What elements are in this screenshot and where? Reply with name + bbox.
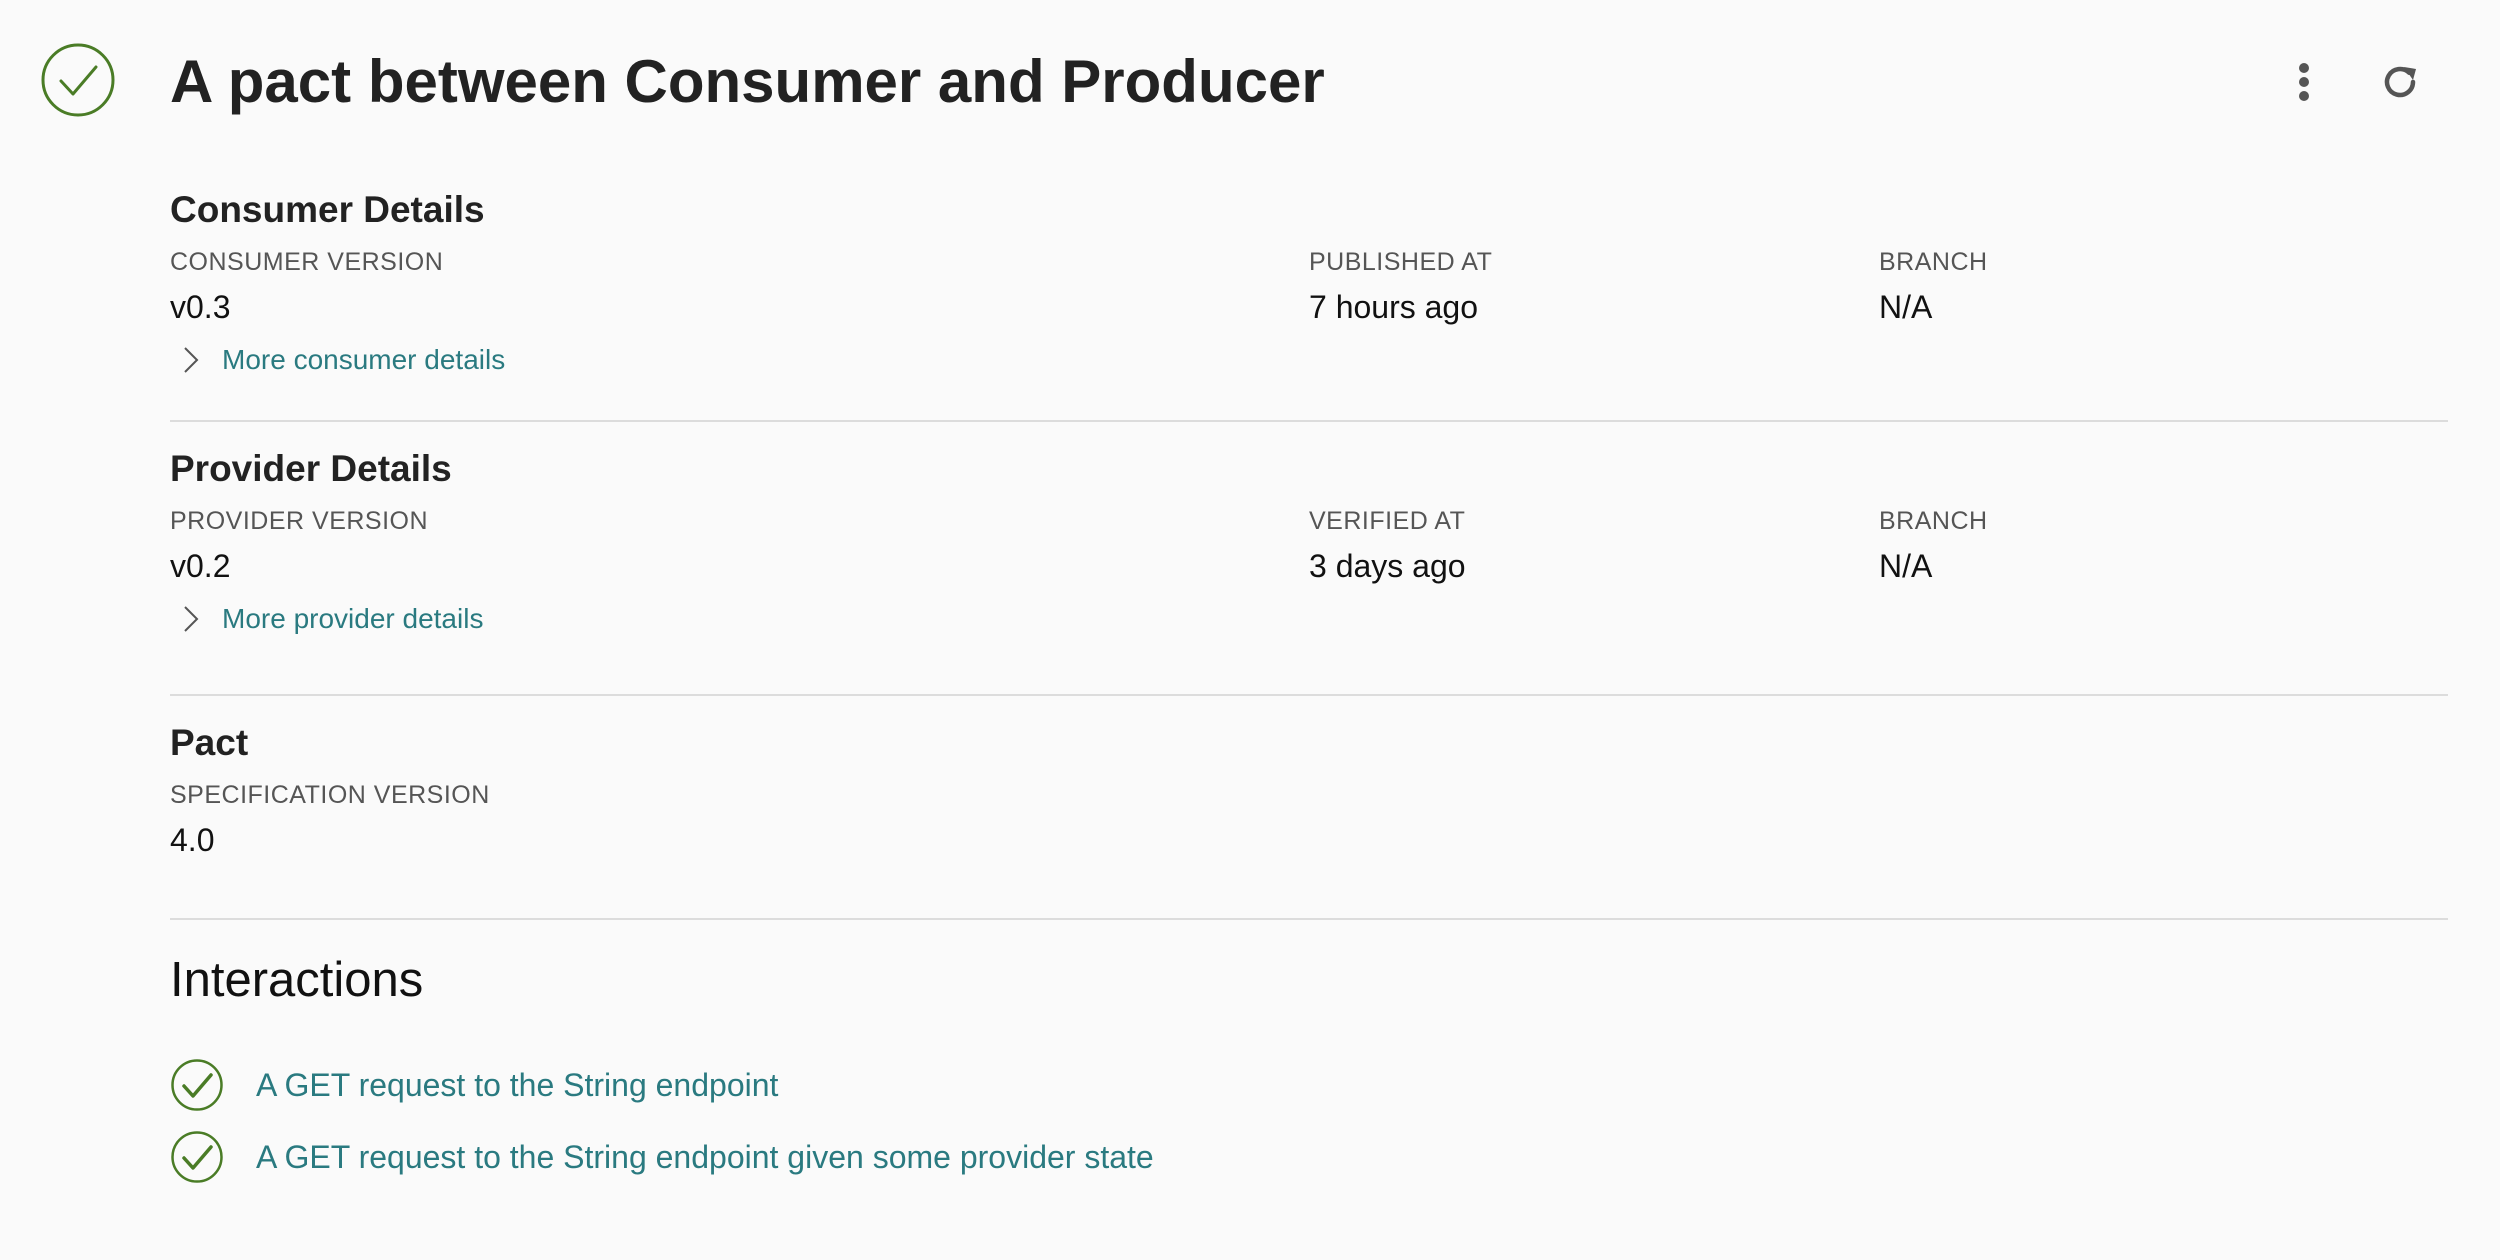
interactions-title: Interactions: [170, 953, 424, 1007]
provider-branch-value: N/A: [1879, 548, 1933, 584]
provider-version-value: v0.2: [170, 548, 231, 584]
more-consumer-details-toggle[interactable]: More consumer details: [170, 332, 2448, 388]
more-menu-button[interactable]: [2272, 50, 2336, 114]
provider-details-title: Provider Details: [170, 448, 452, 489]
consumer-version-label: CONSUMER VERSION: [170, 248, 444, 276]
provider-version-field: PROVIDER VERSION v0.2: [170, 501, 428, 591]
more-vertical-icon: [2299, 63, 2309, 101]
refresh-button[interactable]: [2368, 50, 2432, 114]
consumer-branch-label: BRANCH: [1879, 248, 1988, 276]
consumer-version-value: v0.3: [170, 289, 231, 325]
pact-fields: SPECIFICATION VERSION 4.0: [170, 775, 2448, 865]
chevron-right-icon: [184, 347, 199, 373]
interaction-link[interactable]: A GET request to the String endpoint giv…: [256, 1139, 1154, 1176]
consumer-fields: CONSUMER VERSION v0.3 PUBLISHED AT 7 hou…: [170, 242, 2448, 332]
interaction-item[interactable]: A GET request to the String endpoint giv…: [170, 1130, 1154, 1184]
published-at-label: PUBLISHED AT: [1309, 248, 1493, 276]
published-at-field: PUBLISHED AT 7 hours ago: [1309, 242, 1492, 332]
pact-title: Pact: [170, 722, 249, 763]
consumer-branch-value: N/A: [1879, 289, 1933, 325]
provider-branch-label: BRANCH: [1879, 507, 1988, 535]
consumer-details-title: Consumer Details: [170, 189, 485, 230]
more-consumer-details-label: More consumer details: [222, 344, 506, 375]
published-at-value: 7 hours ago: [1309, 289, 1479, 325]
refresh-icon: [2384, 66, 2416, 98]
verified-at-value: 3 days ago: [1309, 548, 1466, 584]
verified-at-field: VERIFIED AT 3 days ago: [1309, 501, 1466, 591]
provider-branch-field: BRANCH N/A: [1879, 501, 1988, 591]
check-circle-icon: [171, 1059, 223, 1111]
pact-section: Pact SPECIFICATION VERSION 4.0: [170, 711, 2448, 920]
consumer-branch-field: BRANCH N/A: [1879, 242, 1988, 332]
verified-at-label: VERIFIED AT: [1309, 507, 1466, 535]
consumer-version-field: CONSUMER VERSION v0.3: [170, 242, 443, 332]
specification-version-value: 4.0: [170, 822, 215, 858]
more-provider-details-label: More provider details: [222, 603, 484, 634]
interaction-link[interactable]: A GET request to the String endpoint: [256, 1067, 778, 1104]
specification-version-label: SPECIFICATION VERSION: [170, 781, 490, 809]
chevron-right-icon: [184, 606, 199, 632]
specification-version-field: SPECIFICATION VERSION 4.0: [170, 775, 490, 865]
provider-details-section: Provider Details PROVIDER VERSION v0.2 V…: [170, 437, 2448, 696]
provider-version-label: PROVIDER VERSION: [170, 507, 429, 535]
check-circle-icon: [41, 43, 115, 117]
page-title: A pact between Consumer and Producer: [170, 48, 1325, 115]
check-circle-icon: [171, 1131, 223, 1183]
provider-fields: PROVIDER VERSION v0.2 VERIFIED AT 3 days…: [170, 501, 2448, 591]
more-provider-details-toggle[interactable]: More provider details: [170, 591, 2448, 647]
interaction-item[interactable]: A GET request to the String endpoint: [170, 1058, 778, 1112]
consumer-details-section: Consumer Details CONSUMER VERSION v0.3 P…: [170, 178, 2448, 422]
pact-details: Consumer Details CONSUMER VERSION v0.3 P…: [170, 178, 2448, 920]
